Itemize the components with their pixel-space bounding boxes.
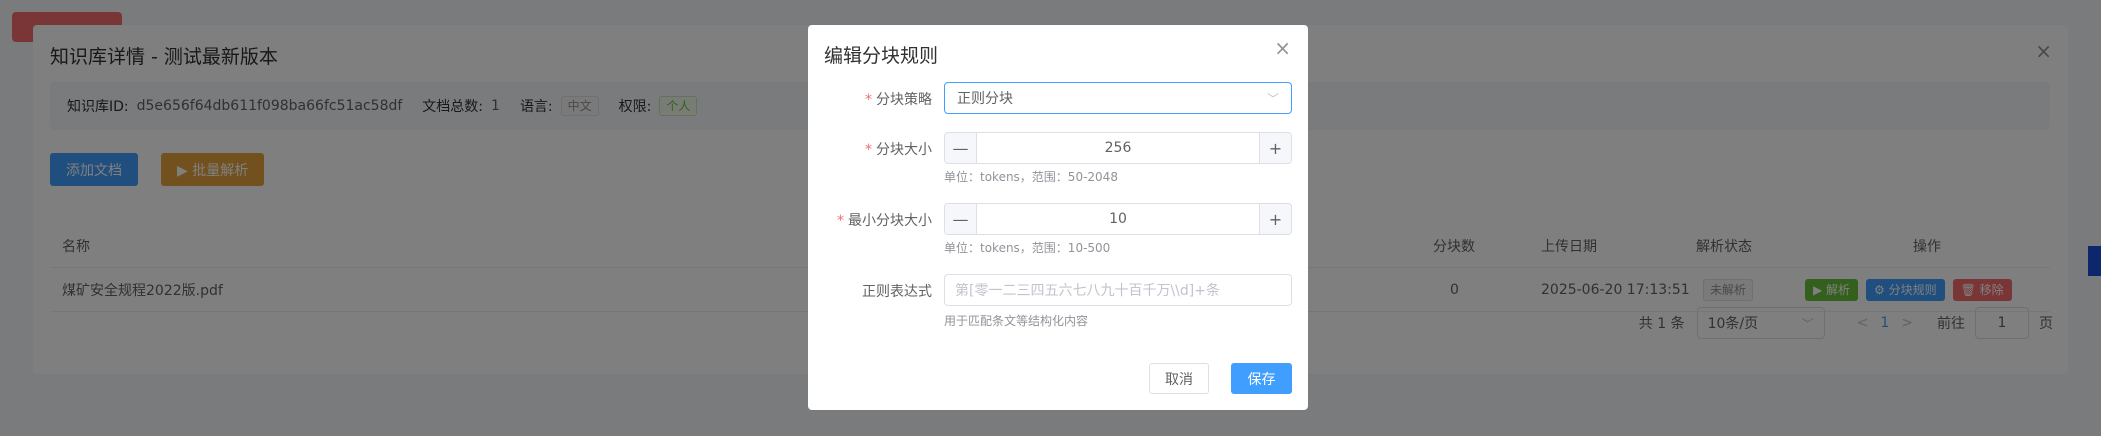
- min-chunk-size-label-text: 最小分块大小: [848, 213, 932, 229]
- decrement-button[interactable]: —: [945, 204, 977, 234]
- regex-label: 正则表达式: [862, 284, 932, 300]
- regex-input[interactable]: 第[零一二三四五六七八九十百千万\\d]+条: [944, 274, 1292, 306]
- modal-title: 编辑分块规则: [824, 45, 939, 67]
- strategy-label-text: 分块策略: [876, 92, 932, 108]
- strategy-value: 正则分块: [957, 91, 1013, 107]
- increment-button[interactable]: +: [1259, 133, 1291, 163]
- strategy-label: * 分块策略: [808, 89, 932, 109]
- decrement-button[interactable]: —: [945, 133, 977, 163]
- cancel-button[interactable]: 取消: [1149, 363, 1209, 394]
- chunk-size-stepper: — 256 +: [944, 132, 1292, 164]
- chunk-size-input[interactable]: 256: [977, 133, 1259, 163]
- increment-button[interactable]: +: [1259, 204, 1291, 234]
- required-mark: *: [865, 142, 872, 158]
- required-mark: *: [865, 92, 872, 108]
- regex-hint: 用于匹配条文等结构化内容: [944, 314, 1089, 328]
- min-chunk-size-stepper: — 10 +: [944, 203, 1292, 235]
- min-chunk-size-hint: 单位：tokens，范围：10-500: [944, 241, 1111, 255]
- chunk-size-hint: 单位：tokens，范围：50-2048: [944, 170, 1118, 184]
- chunk-size-label: * 分块大小: [808, 139, 932, 159]
- min-chunk-size-label: * 最小分块大小: [808, 210, 932, 230]
- strategy-select[interactable]: 正则分块 ﹀: [944, 82, 1292, 114]
- save-button[interactable]: 保存: [1231, 363, 1292, 394]
- required-mark: *: [837, 213, 844, 229]
- chevron-down-icon: ﹀: [1266, 91, 1279, 106]
- edit-chunk-rule-modal: 编辑分块规则 × * 分块策略 正则分块 ﹀ * 分块大小 — 256 + 单位：t…: [808, 25, 1308, 410]
- min-chunk-size-input[interactable]: 10: [977, 204, 1259, 234]
- close-icon[interactable]: ×: [1274, 36, 1291, 60]
- chunk-size-label-text: 分块大小: [876, 142, 932, 158]
